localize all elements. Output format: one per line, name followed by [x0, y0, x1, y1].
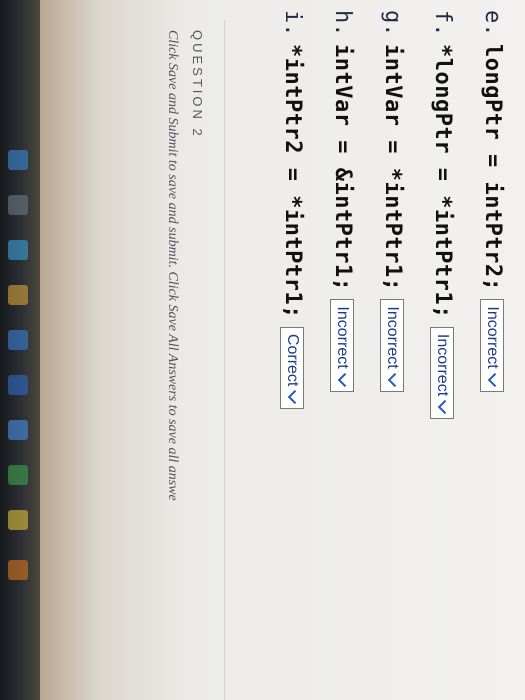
code-text: longPtr = intPtr2;	[480, 44, 505, 292]
chevron-down-icon	[288, 390, 303, 405]
answer-select-h[interactable]: Incorrect	[330, 299, 355, 392]
code-text: intVar = *intPtr1;	[380, 44, 405, 292]
answer-value: Incorrect	[484, 306, 502, 369]
answer-line-f: f. *longPtr = *intPtr1; Incorrect	[430, 10, 455, 420]
answer-line-i: i. *intPtr2 = *intPtr1; Correct	[280, 10, 305, 410]
app-icon-4[interactable]	[8, 560, 28, 580]
photo-scene: e. longPtr = intPtr2; Incorrect f. *long…	[0, 0, 525, 700]
line-letter: i.	[280, 10, 305, 37]
answer-line-e: e. longPtr = intPtr2; Incorrect	[480, 10, 505, 392]
answer-select-e[interactable]: Incorrect	[480, 299, 505, 392]
search-icon[interactable]	[8, 150, 28, 170]
app-icon-3[interactable]	[8, 510, 28, 530]
answer-value: Correct	[284, 333, 302, 387]
mail-icon[interactable]	[8, 375, 28, 395]
folder-icon[interactable]	[8, 285, 28, 305]
answer-value: Incorrect	[434, 333, 452, 397]
question-instructions: Click Save and Submit to save and submit…	[165, 30, 180, 501]
app-icon[interactable]	[8, 420, 28, 440]
code-text: *intPtr2 = *intPtr1;	[280, 44, 305, 319]
chevron-down-icon	[388, 372, 403, 387]
answer-select-g[interactable]: Incorrect	[380, 299, 405, 392]
code-text: intVar = &intPtr1;	[330, 44, 355, 292]
code-text: *longPtr = *intPtr1;	[430, 44, 455, 319]
answer-line-h: h. intVar = &intPtr1; Incorrect	[330, 10, 355, 392]
edge-icon[interactable]	[8, 240, 28, 260]
answer-select-f[interactable]: Incorrect	[430, 326, 455, 420]
answer-select-i[interactable]: Correct	[280, 326, 305, 410]
chevron-down-icon	[438, 400, 453, 415]
store-icon[interactable]	[8, 330, 28, 350]
section-divider	[224, 20, 225, 700]
chevron-down-icon	[488, 372, 503, 387]
quiz-page: e. longPtr = intPtr2; Incorrect f. *long…	[40, 0, 525, 700]
answer-value: Incorrect	[384, 306, 402, 369]
line-letter: g.	[380, 10, 405, 37]
answer-line-g: g. intVar = *intPtr1; Incorrect	[380, 10, 405, 392]
line-letter: f.	[430, 10, 455, 37]
chevron-down-icon	[338, 372, 353, 387]
line-letter: e.	[480, 10, 505, 37]
question-label: QUESTION 2	[190, 30, 205, 139]
answer-value: Incorrect	[334, 306, 352, 369]
app-icon-2[interactable]	[8, 465, 28, 485]
task-view-icon[interactable]	[8, 195, 28, 215]
line-letter: h.	[330, 10, 355, 37]
